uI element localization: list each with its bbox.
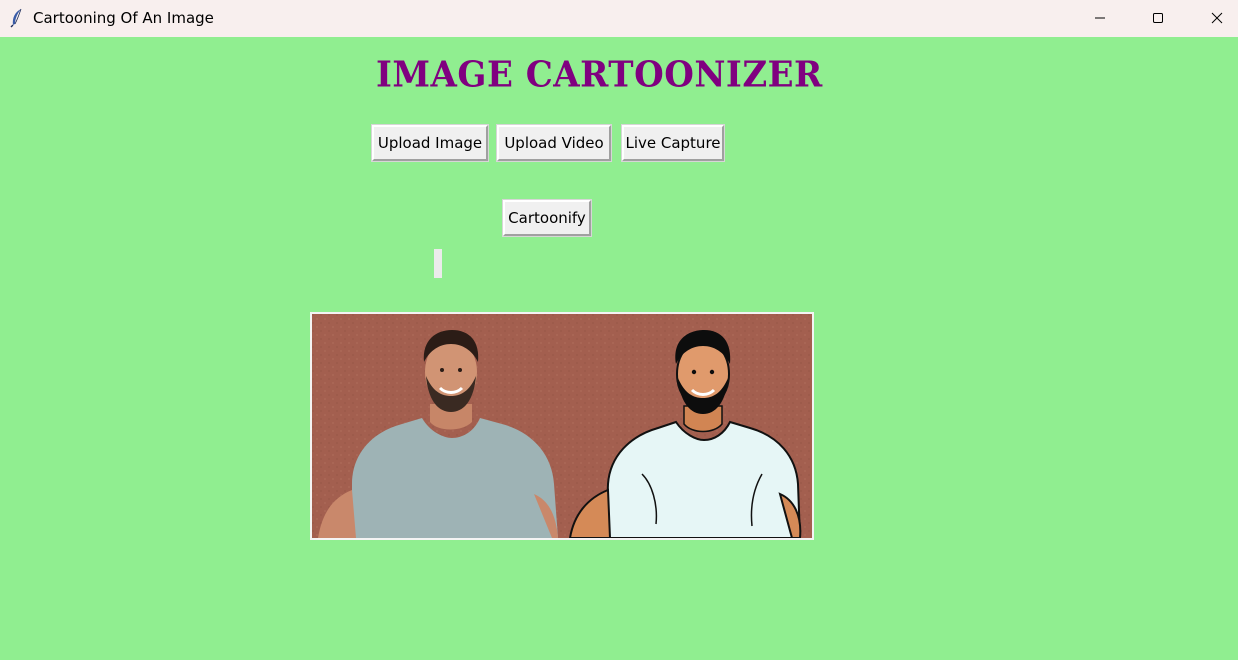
cartoonify-button[interactable]: Cartoonify (502, 199, 592, 237)
page-title: IMAGE CARTOONIZER (376, 54, 823, 96)
feather-icon (9, 8, 25, 28)
close-button[interactable] (1188, 0, 1238, 37)
maximize-icon (1152, 9, 1164, 28)
live-capture-button[interactable]: Live Capture (621, 124, 725, 162)
app-window: Cartooning Of An Image IMAGE CARTOONIZER… (0, 0, 1238, 660)
preview-image (310, 312, 814, 540)
upload-image-button[interactable]: Upload Image (371, 124, 489, 162)
minimize-button[interactable] (1071, 0, 1129, 37)
title-bar[interactable]: Cartooning Of An Image (0, 0, 1238, 37)
status-label (434, 249, 442, 278)
minimize-icon (1094, 9, 1106, 28)
close-icon (1211, 9, 1223, 28)
upload-video-button[interactable]: Upload Video (496, 124, 612, 162)
maximize-button[interactable] (1129, 0, 1187, 37)
window-title: Cartooning Of An Image (33, 9, 214, 27)
